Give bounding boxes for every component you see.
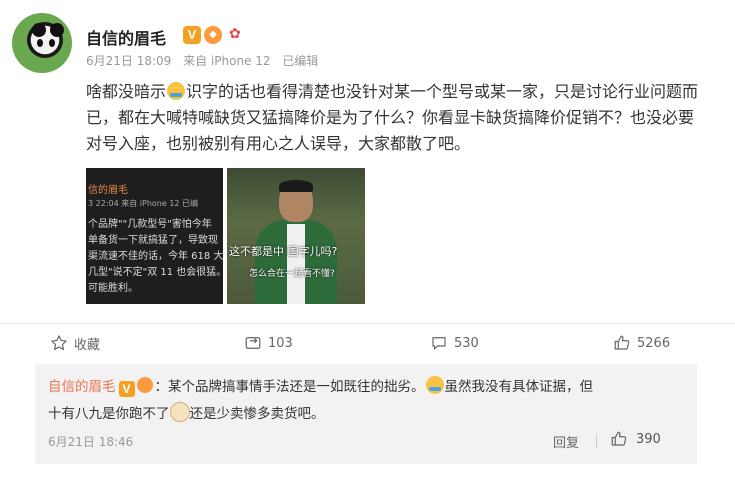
panda-eye [49,39,55,47]
comment-count: 530 [454,335,479,351]
face-emoji-icon [425,376,444,394]
repost-count: 103 [268,335,293,351]
comment-action-separator [596,434,597,448]
thumbs-up-icon [614,335,630,350]
comment-text-part: ：某个品牌搞事情手法还是一如既往的拙劣。 [154,379,425,395]
comment-author-link[interactable]: 自信的眉毛 [48,379,116,395]
comment-text-part: 还是少卖惨多卖货吧。 [189,406,325,422]
comment-text-part: 十有八九是你跑不了 [48,406,170,422]
panda-ear [50,23,64,37]
favorite-label: 收藏 [74,337,101,353]
star-icon [51,335,67,351]
thumbs-up-icon [611,431,627,446]
post-date[interactable]: 6月21日 18:09 [86,54,171,68]
post-text-part: 啥都没暗示 [86,82,167,101]
like-button[interactable]: 5266 [613,333,670,353]
comment-date: 6月21日 18:46 [48,435,134,449]
verified-icon[interactable]: V [183,26,201,44]
meme-caption: 怎么合在一起看不懂? [249,269,335,279]
image-text: 个品牌""几款型号"害怕今年 [88,219,212,230]
comment-line: 自信的眉毛 V ：某个品牌搞事情手法还是一如既往的拙劣。 虽然我没有具体证据，但 [48,375,593,397]
comment-like-button[interactable]: 390 [610,430,661,448]
meme-figure-hair [279,180,313,192]
panda-ear [32,23,46,37]
meme-figure-stripe [287,224,305,304]
face-emoji-icon [167,82,186,100]
comment-icon [432,337,446,350]
comment-like-count: 390 [636,431,661,447]
image-text: 3 22:04 来自 iPhone 12 已编 [88,199,199,208]
comment-text-part: 虽然我没有具体证据，但 [444,379,594,395]
post-meta: 6月21日 18:09 来自 iPhone 12 已编辑 [86,52,326,69]
action-divider [0,323,735,324]
verified-icon[interactable]: V [118,381,135,397]
image-text: 信的眉毛 [88,185,128,196]
image-text: 单备货一下就搞猛了，导致现 [88,235,218,246]
member-badge-icon[interactable]: ◆ [204,26,222,44]
laughing-emoji-icon [169,402,190,422]
featured-comment: 自信的眉毛 V ：某个品牌搞事情手法还是一如既往的拙劣。 虽然我没有具体证据，但 十有… [35,364,697,464]
panda-eye [37,39,43,47]
repost-button[interactable]: 103 [244,333,293,353]
image-text: 几型"说不定"双 11 也会很猛。 [88,267,223,278]
author-avatar[interactable] [12,13,72,73]
post-body: 啥都没暗示 识字的话也看得清楚也没针对某一个型号或某一家，只是讨论行业问题而已，都… [86,79,706,157]
meme-caption: 这不都是中 国字儿吗? [229,245,338,258]
post-image-meme[interactable]: 这不都是中 国字儿吗? 怎么合在一起看不懂? [227,168,365,304]
image-text: 可能胜利。 [88,283,138,294]
repost-icon [245,337,261,349]
favorite-button[interactable]: 收藏 [50,333,100,353]
post-source: 来自 iPhone 12 [183,54,271,68]
gift-badge-icon[interactable]: ✿ [229,25,245,43]
like-count: 5266 [637,335,671,351]
post-edited-label[interactable]: 已编辑 [282,54,318,68]
member-badge-icon[interactable] [136,377,153,393]
comment-button[interactable]: 530 [430,333,479,353]
comment-reply-button[interactable]: 回复 [553,432,579,451]
comment-line: 十有八九是你跑不了 还是少卖惨多卖货吧。 [48,402,325,422]
post-image-screenshot[interactable]: 信的眉毛 3 22:04 来自 iPhone 12 已编 个品牌""几款型号"害… [86,168,223,304]
image-text: 渠流速不佳的话，今年 618 大 [88,251,223,262]
author-name[interactable]: 自信的眉毛 [86,25,166,49]
